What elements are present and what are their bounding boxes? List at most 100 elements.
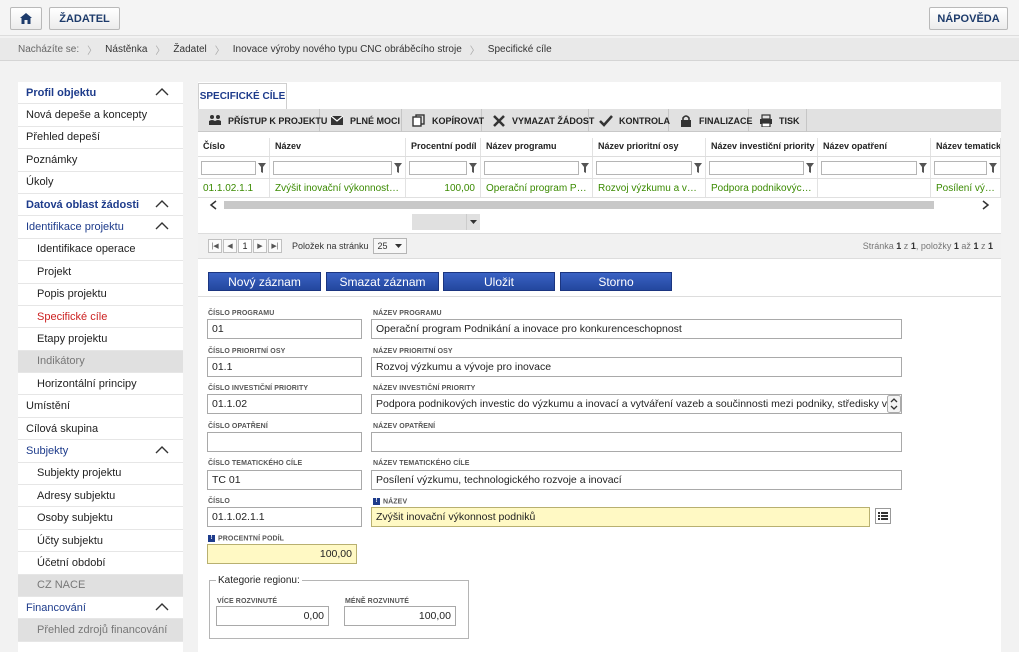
sidebar-item-financovani[interactable]: Financování	[18, 597, 183, 620]
filter-input[interactable]	[934, 160, 987, 175]
cislo-osy-field[interactable]: 01.1	[207, 357, 362, 377]
nazev-opatreni-field[interactable]	[371, 432, 902, 452]
toolbar-button-copy[interactable]: KOPÍROVAT	[402, 109, 484, 132]
help-button[interactable]: NÁPOVĚDA	[929, 7, 1008, 30]
toolbar-button-people[interactable]: PŘÍSTUP K PROJEKTU	[198, 109, 327, 132]
breadcrumb-item-nastenka[interactable]: Nástěnka	[97, 44, 155, 55]
filter-icon[interactable]	[581, 162, 589, 173]
chevron-up-icon[interactable]	[155, 445, 169, 455]
sidebar-item-subjekty-projektu[interactable]: Subjekty projektu	[18, 463, 183, 486]
sidebar-item-horizontalni-principy[interactable]: Horizontální principy	[18, 373, 183, 396]
sidebar-item-ucty-subjektu[interactable]: Účty subjektu	[18, 530, 183, 553]
new-record-button[interactable]: Nový záznam	[208, 272, 321, 291]
chevron-up-icon[interactable]	[155, 602, 169, 612]
podil-field[interactable]: 100,00	[207, 544, 357, 564]
nazev-field[interactable]: Zvýšit inovační výkonnost podniků	[371, 507, 870, 527]
filter-icon[interactable]	[806, 162, 814, 173]
filter-input[interactable]	[596, 160, 692, 175]
scrollbar-track[interactable]	[198, 198, 1001, 212]
sidebar-item-datova-oblast-zadosti[interactable]: Datová oblast žádosti	[18, 194, 183, 217]
column-header[interactable]: Název opatření	[818, 138, 931, 156]
filter-input[interactable]	[709, 160, 804, 175]
filter-icon[interactable]	[469, 162, 477, 173]
cislo-programu-field[interactable]: 01	[207, 319, 362, 339]
mene-rozvinute-field[interactable]: 100,00	[344, 606, 456, 626]
page-number-input[interactable]: 1	[238, 239, 252, 253]
chevron-up-icon[interactable]	[155, 87, 169, 97]
sidebar-item-poznamky[interactable]: Poznámky	[18, 149, 183, 172]
toolbar-button-cross[interactable]: VYMAZAT ŽÁDOST	[482, 109, 594, 132]
column-header[interactable]: Číslo	[198, 138, 270, 156]
textarea-resize-icon[interactable]	[887, 395, 901, 413]
sidebar-item-etapy-projektu[interactable]: Etapy projektu	[18, 328, 183, 351]
nazev-osy-field[interactable]: Rozvoj výzkumu a vývoje pro inovace	[371, 357, 902, 377]
column-header[interactable]: Název tematickéh	[931, 138, 1001, 156]
nazev-programu-field[interactable]: Operační program Podnikání a inovace pro…	[371, 319, 902, 339]
sidebar-item-projekt[interactable]: Projekt	[18, 261, 183, 284]
breadcrumb-item-project[interactable]: Inovace výroby nového typu CNC obráběcíh…	[225, 44, 470, 55]
delete-record-button[interactable]: Smazat záznam	[326, 272, 439, 291]
cislo-opatreni-field[interactable]	[207, 432, 362, 452]
sidebar-item-popis-projektu[interactable]: Popis projektu	[18, 284, 183, 306]
column-header[interactable]: Název prioritní osy	[593, 138, 706, 156]
toolbar-button-envelope[interactable]: PLNÉ MOCI	[320, 109, 402, 132]
sidebar-item-identifikace-operace[interactable]: Identifikace operace	[18, 239, 183, 262]
toolbar-button-lock[interactable]: FINALIZACE	[669, 109, 753, 132]
sidebar-item-adresy-subjektu[interactable]: Adresy subjektu	[18, 485, 183, 508]
filter-input[interactable]	[821, 160, 917, 175]
sidebar-item-prehled-zdroju-financovani[interactable]: Přehled zdrojů financování	[18, 619, 183, 642]
first-page-button[interactable]: |◀	[208, 239, 222, 253]
sidebar-item-cilova-skupina[interactable]: Cílová skupina	[18, 418, 183, 441]
vice-rozvinute-field[interactable]: 0,00	[216, 606, 329, 626]
sidebar-item-indikatory[interactable]: Indikátory	[18, 350, 183, 374]
horizontal-scrollbar[interactable]	[198, 198, 1001, 212]
filter-input[interactable]	[201, 160, 256, 175]
filter-input[interactable]	[273, 160, 392, 175]
save-button[interactable]: Uložit	[443, 272, 555, 291]
sidebar-item-nova-depese-a-koncepty[interactable]: Nová depeše a koncepty	[18, 104, 183, 127]
column-header[interactable]: Název	[270, 138, 406, 156]
home-icon	[20, 13, 32, 24]
chevron-up-icon[interactable]	[155, 199, 169, 209]
sidebar-item-ukoly[interactable]: Úkoly	[18, 172, 183, 194]
filter-icon[interactable]	[694, 162, 702, 173]
cislo-priority-field[interactable]: 01.1.02	[207, 394, 362, 414]
dropdown-button[interactable]	[466, 214, 480, 230]
column-header[interactable]: Název investiční priority	[706, 138, 818, 156]
sidebar-item-cz-nace[interactable]: CZ NACE	[18, 574, 183, 597]
toolbar-button-check[interactable]: KONTROLA	[589, 109, 670, 132]
filter-icon[interactable]	[394, 162, 402, 173]
per-page-select[interactable]: 25	[372, 238, 407, 254]
table-row[interactable]: 01.1.02.1.1 Zvýšit inovační výkonnost p..…	[198, 178, 1001, 198]
nazev-priority-field[interactable]: Podpora podnikových investic do výzkumu …	[371, 394, 902, 414]
sidebar-item-specificke-cile[interactable]: Specifické cíle	[18, 306, 183, 329]
cislo-field[interactable]: 01.1.02.1.1	[207, 507, 362, 527]
sidebar-item-subjekty[interactable]: Subjekty	[18, 440, 183, 463]
cislo-tc-field[interactable]: TC 01	[207, 470, 362, 490]
home-button[interactable]	[10, 7, 42, 30]
nazev-tc-field[interactable]: Posílení výzkumu, technologického rozvoj…	[371, 470, 902, 490]
sidebar-item-ucetni-obdobi[interactable]: Účetní období	[18, 552, 183, 575]
chevron-up-icon[interactable]	[155, 221, 169, 231]
next-page-button[interactable]: ▶	[253, 239, 267, 253]
sidebar-item-osoby-subjektu[interactable]: Osoby subjektu	[18, 507, 183, 530]
filter-icon[interactable]	[258, 162, 266, 173]
column-header[interactable]: Název programu	[481, 138, 593, 156]
sidebar-item-identifikace-projektu[interactable]: Identifikace projektu	[18, 216, 183, 239]
last-page-button[interactable]: ▶|	[268, 239, 282, 253]
breadcrumb-item-zadatel[interactable]: Žadatel	[165, 44, 214, 55]
filter-icon[interactable]	[919, 162, 927, 173]
column-header[interactable]: Procentní podíl	[406, 138, 481, 156]
list-picker-button[interactable]	[875, 508, 891, 524]
prev-page-button[interactable]: ◀	[223, 239, 237, 253]
filter-input[interactable]	[409, 160, 467, 175]
toolbar-button-printer[interactable]: TISK	[749, 109, 807, 132]
filter-icon[interactable]	[989, 162, 997, 173]
filter-input[interactable]	[484, 160, 579, 175]
zadatel-button[interactable]: ŽADATEL	[49, 7, 120, 30]
sidebar-item-umisteni[interactable]: Umístění	[18, 395, 183, 418]
sidebar-item-prehled-depesi[interactable]: Přehled depeší	[18, 127, 183, 150]
cancel-button[interactable]: Storno	[560, 272, 672, 291]
sidebar-item-profil-objektu[interactable]: Profil objektu	[18, 82, 183, 105]
tab-specificke-cile[interactable]: SPECIFICKÉ CÍLE	[198, 83, 287, 109]
